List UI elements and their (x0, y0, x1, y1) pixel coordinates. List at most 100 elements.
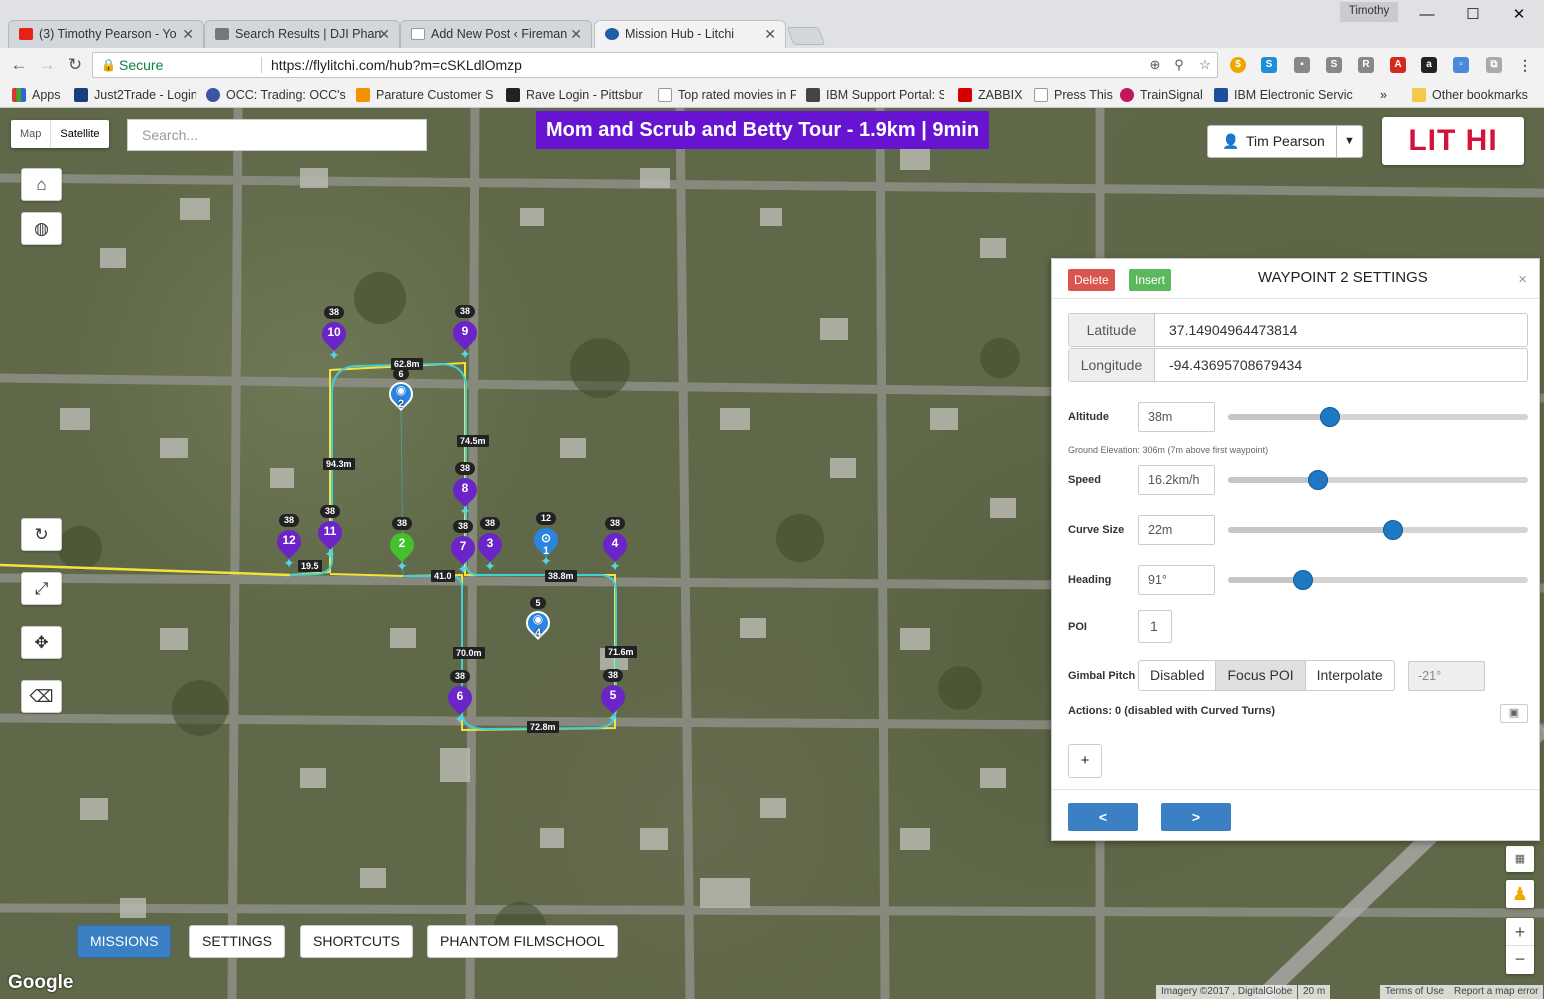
close-tab-icon[interactable]: ✕ (182, 21, 194, 47)
extension-s2-icon[interactable]: S (1326, 57, 1342, 73)
waypoint-marker[interactable]: 38 6 ✦ (443, 670, 477, 730)
pin-icon[interactable]: ⚲ (1169, 53, 1189, 77)
slider-thumb[interactable] (1293, 570, 1313, 590)
bookmark-zabbix[interactable]: ZABBIX (958, 86, 1022, 104)
photo-action-button[interactable]: ▣ (1500, 704, 1528, 723)
longitude-value[interactable]: -94.43695708679434 (1169, 349, 1302, 381)
minimize-icon[interactable]: — (1404, 2, 1450, 28)
bookmark-press-this[interactable]: Press This (1034, 86, 1113, 104)
delete-waypoint-button[interactable]: Delete (1068, 269, 1115, 291)
slider-thumb[interactable] (1308, 470, 1328, 490)
location-icon[interactable]: ⊕ (1145, 53, 1165, 77)
shortcuts-button[interactable]: SHORTCUTS (300, 925, 413, 958)
gimbal-focus-poi-button[interactable]: Focus POI (1216, 661, 1306, 690)
slider-thumb[interactable] (1320, 407, 1340, 427)
terms-link[interactable]: Terms of Use (1380, 985, 1449, 999)
eraser-button[interactable]: ⌫ (21, 680, 62, 713)
waypoint-marker[interactable]: 38 5 ✦ (596, 669, 630, 729)
extension-gray-icon[interactable]: ▪ (1294, 57, 1310, 73)
maximize-icon[interactable]: ☐ (1450, 2, 1496, 28)
waypoint-marker[interactable]: 12 ⊙ ✦ 1 (529, 512, 563, 572)
star-icon[interactable]: ☆ (1195, 53, 1215, 77)
tab-fireman[interactable]: Add New Post ‹ Fireman ✕ (400, 20, 592, 48)
altitude-slider[interactable] (1228, 407, 1528, 427)
bookmark-rave[interactable]: Rave Login - Pittsbur (506, 86, 646, 104)
menu-icon[interactable]: ⋮ (1517, 57, 1533, 73)
address-bar[interactable]: 🔒 Secure https://flylitchi.com/hub?m=cSK… (92, 52, 1218, 78)
waypoint-marker[interactable]: 38 9 ✦ (448, 305, 482, 365)
heading-input[interactable]: 91° (1138, 565, 1215, 595)
poi-marker[interactable]: 5 ◉ 4 (521, 597, 555, 649)
curve-size-input[interactable]: 22m (1138, 515, 1215, 545)
next-waypoint-button[interactable]: > (1161, 803, 1231, 831)
settings-button[interactable]: SETTINGS (189, 925, 286, 958)
gimbal-pitch-input[interactable]: -21° (1408, 661, 1485, 691)
amazon-icon[interactable]: a (1421, 57, 1437, 73)
zoom-in-button[interactable]: + (1506, 918, 1534, 946)
waypoint-marker[interactable]: 38 3 ✦ (473, 517, 507, 577)
extension-box-icon[interactable]: ▫ (1453, 57, 1469, 73)
bookmark-trainsignal[interactable]: TrainSignal (1120, 86, 1203, 104)
poi-input[interactable]: 1 (1138, 610, 1172, 643)
close-tab-icon[interactable]: ✕ (570, 21, 582, 47)
latitude-field[interactable]: Latitude 37.14904964473814 (1068, 313, 1528, 347)
tab-youtube[interactable]: (3) Timothy Pearson - Yo ✕ (8, 20, 204, 48)
curve-size-slider[interactable] (1228, 520, 1528, 540)
move-button[interactable]: ✥ (21, 626, 62, 659)
forward-icon[interactable]: → (36, 54, 58, 76)
waypoint-marker[interactable]: 38 10 ✦ (317, 306, 351, 366)
refresh-button[interactable]: ↻ (21, 518, 62, 551)
street-view-button[interactable]: ♟ (1506, 880, 1534, 908)
extension-r-icon[interactable]: R (1358, 57, 1374, 73)
other-bookmarks[interactable]: Other bookmarks (1412, 86, 1528, 104)
profile-button[interactable]: Timothy (1340, 2, 1398, 22)
waypoint-marker[interactable]: 38 11 ✦ (313, 505, 347, 565)
report-error-link[interactable]: Report a map error (1449, 985, 1544, 999)
prev-waypoint-button[interactable]: < (1068, 803, 1138, 831)
more-bookmarks-button[interactable]: » (1380, 86, 1387, 104)
fullscreen-button[interactable]: ⤢ (21, 572, 62, 605)
bookmark-occ[interactable]: OCC: Trading: OCC's (206, 86, 346, 104)
speed-input[interactable]: 16.2km/h (1138, 465, 1215, 495)
reload-icon[interactable]: ↻ (64, 54, 86, 76)
speed-slider[interactable] (1228, 470, 1528, 490)
home-button[interactable]: ⌂ (21, 168, 62, 201)
altitude-input[interactable]: 38m (1138, 402, 1215, 432)
phantom-filmschool-button[interactable]: PHANTOM FILMSCHOOL (427, 925, 618, 958)
waypoint-marker[interactable]: 38 8 ✦ (448, 462, 482, 522)
insert-waypoint-button[interactable]: Insert (1129, 269, 1172, 291)
map-type-map-button[interactable]: Map (11, 120, 50, 148)
back-icon[interactable]: ← (8, 54, 30, 76)
zoom-out-button[interactable]: − (1506, 946, 1534, 973)
add-action-button[interactable]: + (1068, 744, 1102, 778)
extension-copy-icon[interactable]: ⧉ (1486, 57, 1502, 73)
missions-button[interactable]: MISSIONS (77, 925, 172, 958)
close-window-icon[interactable]: ✕ (1496, 2, 1542, 28)
close-icon[interactable]: × (1518, 271, 1527, 288)
longitude-field[interactable]: Longitude -94.43695708679434 (1068, 348, 1528, 382)
pdf-icon[interactable]: A (1390, 57, 1406, 73)
waypoint-marker[interactable]: 38 4 ✦ (598, 517, 632, 577)
waypoint-marker[interactable]: 38 2 ✦ (385, 517, 419, 577)
bookmark-ibm-support[interactable]: IBM Support Portal: S (806, 86, 944, 104)
chevron-down-icon[interactable]: ▼ (1336, 126, 1362, 157)
tab-dji[interactable]: Search Results | DJI Phan ✕ (204, 20, 400, 48)
bookmark-ibm-electronic[interactable]: IBM Electronic Servic (1214, 86, 1354, 104)
extension-s-icon[interactable]: S (1261, 57, 1277, 73)
slider-thumb[interactable] (1383, 520, 1403, 540)
extension-coin-icon[interactable]: $ (1230, 57, 1246, 73)
latitude-value[interactable]: 37.14904964473814 (1169, 314, 1297, 346)
bookmark-apps[interactable]: Apps (12, 86, 61, 104)
gimbal-disabled-button[interactable]: Disabled (1139, 661, 1217, 690)
heading-slider[interactable] (1228, 570, 1528, 590)
globe-button[interactable]: ◍ (21, 212, 62, 245)
close-tab-icon[interactable]: ✕ (764, 21, 776, 47)
tab-litchi[interactable]: Mission Hub - Litchi ✕ (594, 20, 786, 48)
grid-button[interactable]: ▦ (1506, 846, 1534, 872)
map-search-input[interactable]: Search... (127, 119, 427, 151)
poi-marker[interactable]: 6 ◉ 2 (384, 368, 418, 420)
new-tab-button[interactable] (786, 27, 826, 45)
bookmark-just2trade[interactable]: Just2Trade - Login (74, 86, 196, 104)
bookmark-movies[interactable]: Top rated movies in F (658, 86, 796, 104)
waypoint-marker[interactable]: 38 7 ✦ (446, 520, 480, 580)
